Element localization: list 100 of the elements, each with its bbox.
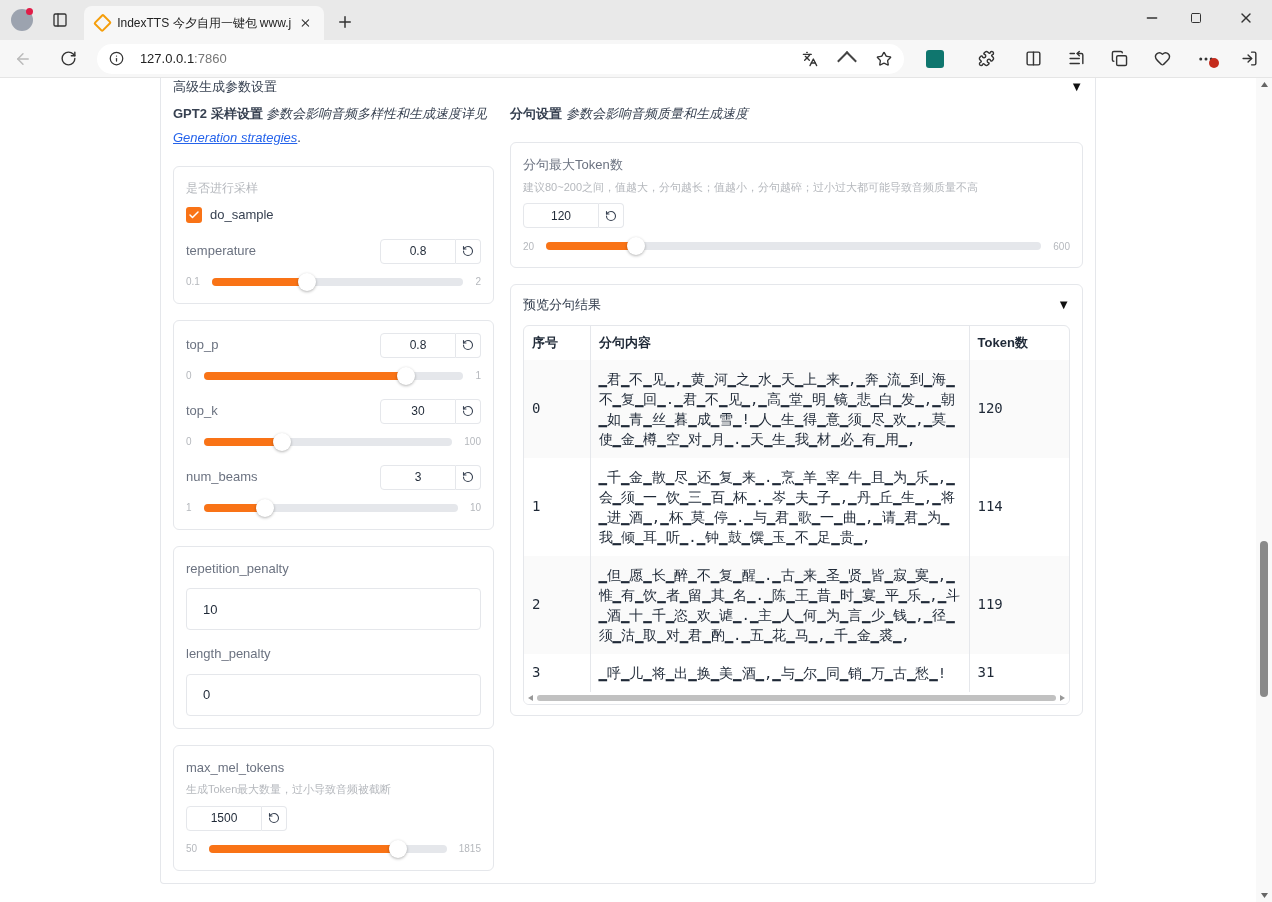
slider-track[interactable] [203, 432, 453, 451]
counterclockwise-arrow-icon [462, 339, 474, 351]
number-input[interactable]: 120 [523, 203, 599, 228]
table-cell: 119 [969, 555, 1069, 654]
collections-icon[interactable] [1111, 50, 1129, 67]
slider-track[interactable] [211, 272, 464, 291]
slider-min: 20 [523, 239, 535, 254]
reset-button[interactable] [456, 238, 481, 264]
tab-favicon-icon [93, 13, 113, 33]
scroll-right-icon[interactable] [1060, 694, 1065, 701]
table-cell: 3 [524, 653, 590, 692]
reset-button[interactable] [456, 398, 481, 424]
slider-thumb[interactable] [272, 432, 291, 451]
number-input[interactable]: 1500 [186, 805, 262, 831]
slider-label: top_p [186, 335, 219, 354]
slider-thumb[interactable] [298, 272, 317, 291]
table-cell: 2 [524, 555, 590, 654]
extensions-icon[interactable] [978, 50, 996, 67]
profile-avatar-icon[interactable] [11, 9, 33, 31]
counterclockwise-arrow-icon [605, 209, 617, 222]
table-cell: 1 [524, 457, 590, 556]
slider-label: top_k [186, 401, 218, 420]
slider-track[interactable] [203, 366, 464, 385]
table-cell: ▁千▁金▁散▁尽▁还▁复▁来▁.▁烹▁羊▁宰▁牛▁且▁为▁乐▁,▁会▁须▁一▁饮▁三▁百▁杯▁.▁岑▁夫▁子▁,▁丹▁丘▁生▁,▁将▁进▁酒▁,▁杯▁莫▁停▁.▁与▁君▁歌▁一▁曲▁,▁请▁君▁为▁我▁倾▁耳▁听▁.▁钟▁鼓▁馔▁玉▁不▁足▁贵▁, [590, 457, 969, 556]
slider-track[interactable] [546, 237, 1042, 255]
preview-toggle[interactable]: ▼ [1057, 295, 1070, 315]
notification-badge-icon [1209, 57, 1220, 68]
slider-thumb[interactable] [255, 498, 274, 517]
slider-track[interactable] [203, 498, 458, 517]
reset-button[interactable] [456, 332, 481, 358]
slider-label: max_mel_tokens [186, 758, 286, 777]
slider-min: 0 [186, 369, 192, 383]
close-tab-icon[interactable] [299, 16, 312, 30]
counterclockwise-arrow-icon [462, 405, 474, 417]
slider-label: 分句最大Token数 [523, 156, 624, 174]
number-field[interactable]: 0 [186, 673, 481, 716]
column-header[interactable]: Token数 [969, 325, 1069, 360]
slider-hint: 建议80~200之间，值越大，分句越长；值越小，分句越碎；过小过大都可能导致音频质量不高 [523, 179, 979, 195]
slider-max: 2 [475, 275, 481, 289]
accordion-toggle[interactable]: ▼ [1070, 77, 1083, 97]
checkbox-group-label: 是否进行采样 [186, 180, 259, 197]
number-input[interactable]: 0.8 [380, 238, 456, 264]
tab-actions-icon[interactable] [52, 12, 68, 28]
sidebar-icon[interactable] [1241, 50, 1259, 67]
slider-label: num_beams [186, 467, 258, 486]
counterclockwise-arrow-icon [462, 471, 474, 483]
table-cell: 0 [524, 359, 590, 458]
split-screen-icon[interactable] [1025, 50, 1043, 67]
table-cell: 114 [969, 457, 1069, 556]
slider-thumb[interactable] [397, 366, 416, 385]
slider-max: 1815 [458, 842, 481, 856]
section-description: GPT2 采样设置 参数会影响音频多样性和生成速度详见 Generation strategies. [173, 105, 489, 147]
number-field[interactable]: 10 [186, 588, 481, 630]
table-cell: 31 [969, 653, 1069, 692]
scroll-left-icon[interactable] [528, 694, 533, 701]
browser-tab[interactable]: IndexTTS 今夕自用一键包 www.j [84, 6, 324, 40]
slider-max: 600 [1053, 239, 1070, 254]
checkbox-option[interactable]: do_sample [186, 205, 481, 225]
counterclockwise-arrow-icon [462, 245, 474, 257]
scroll-up-icon[interactable] [1260, 82, 1268, 87]
reset-button[interactable] [456, 464, 481, 490]
table-cell: ▁但▁愿▁长▁醉▁不▁复▁醒▁.▁古▁来▁圣▁贤▁皆▁寂▁寞▁,▁惟▁有▁饮▁者▁留▁其▁名▁.▁陈▁王▁昔▁时▁宴▁平▁乐▁,▁斗▁酒▁十▁千▁恣▁欢▁谑▁.▁主▁人▁何▁为▁言▁少▁钱▁,▁径▁须▁沽▁取▁对▁君▁酌▁.▁五▁花▁马▁,▁千▁金▁裘▁, [590, 555, 969, 654]
address-bar[interactable]: 127.0.0.1:7860 [96, 43, 905, 74]
favorite-star-icon[interactable] [876, 50, 893, 67]
favorites-icon[interactable] [1068, 50, 1086, 67]
check-icon [188, 208, 200, 221]
slider-min: 0.1 [186, 275, 200, 289]
new-tab-icon[interactable] [336, 13, 354, 31]
extension-icon[interactable] [926, 49, 945, 68]
column-header[interactable]: 分句内容 [590, 325, 969, 360]
slider-max: 10 [469, 501, 481, 515]
reset-button[interactable] [262, 805, 287, 831]
page-scrollbar[interactable] [1256, 78, 1272, 902]
slider-hint: 生成Token最大数量，过小导致音频被截断 [186, 782, 393, 797]
section-description: 分句设置 参数会影响音频质量和生成速度 [510, 105, 751, 123]
accordion-title[interactable]: 高级生成参数设置 [173, 77, 277, 97]
slider-min: 0 [186, 435, 192, 449]
column-header[interactable]: 序号 [524, 325, 590, 360]
field-label: repetition_penalty [186, 559, 290, 578]
translate-icon[interactable] [802, 50, 819, 67]
slider-label: temperature [186, 241, 257, 260]
number-input[interactable]: 0.8 [380, 332, 456, 358]
table-cell: 120 [969, 359, 1069, 458]
slider-thumb[interactable] [627, 237, 646, 255]
slider-track[interactable] [209, 839, 447, 858]
reset-button[interactable] [599, 203, 624, 228]
maximize-icon[interactable] [1190, 12, 1202, 24]
reload-icon[interactable] [59, 50, 77, 67]
slider-max: 100 [464, 435, 481, 449]
number-input[interactable]: 30 [380, 398, 456, 424]
info-icon[interactable] [108, 51, 124, 66]
preview-title[interactable]: 预览分句结果 [523, 295, 601, 315]
tab-title: IndexTTS 今夕自用一键包 www.j [117, 15, 292, 32]
scroll-down-icon[interactable] [1260, 893, 1268, 898]
number-input[interactable]: 3 [380, 464, 456, 490]
slider-min: 50 [186, 842, 198, 856]
field-label: length_penalty [186, 645, 272, 663]
checkbox[interactable] [186, 206, 202, 223]
scrollbar-thumb[interactable] [1260, 541, 1268, 697]
slider-thumb[interactable] [389, 839, 408, 858]
